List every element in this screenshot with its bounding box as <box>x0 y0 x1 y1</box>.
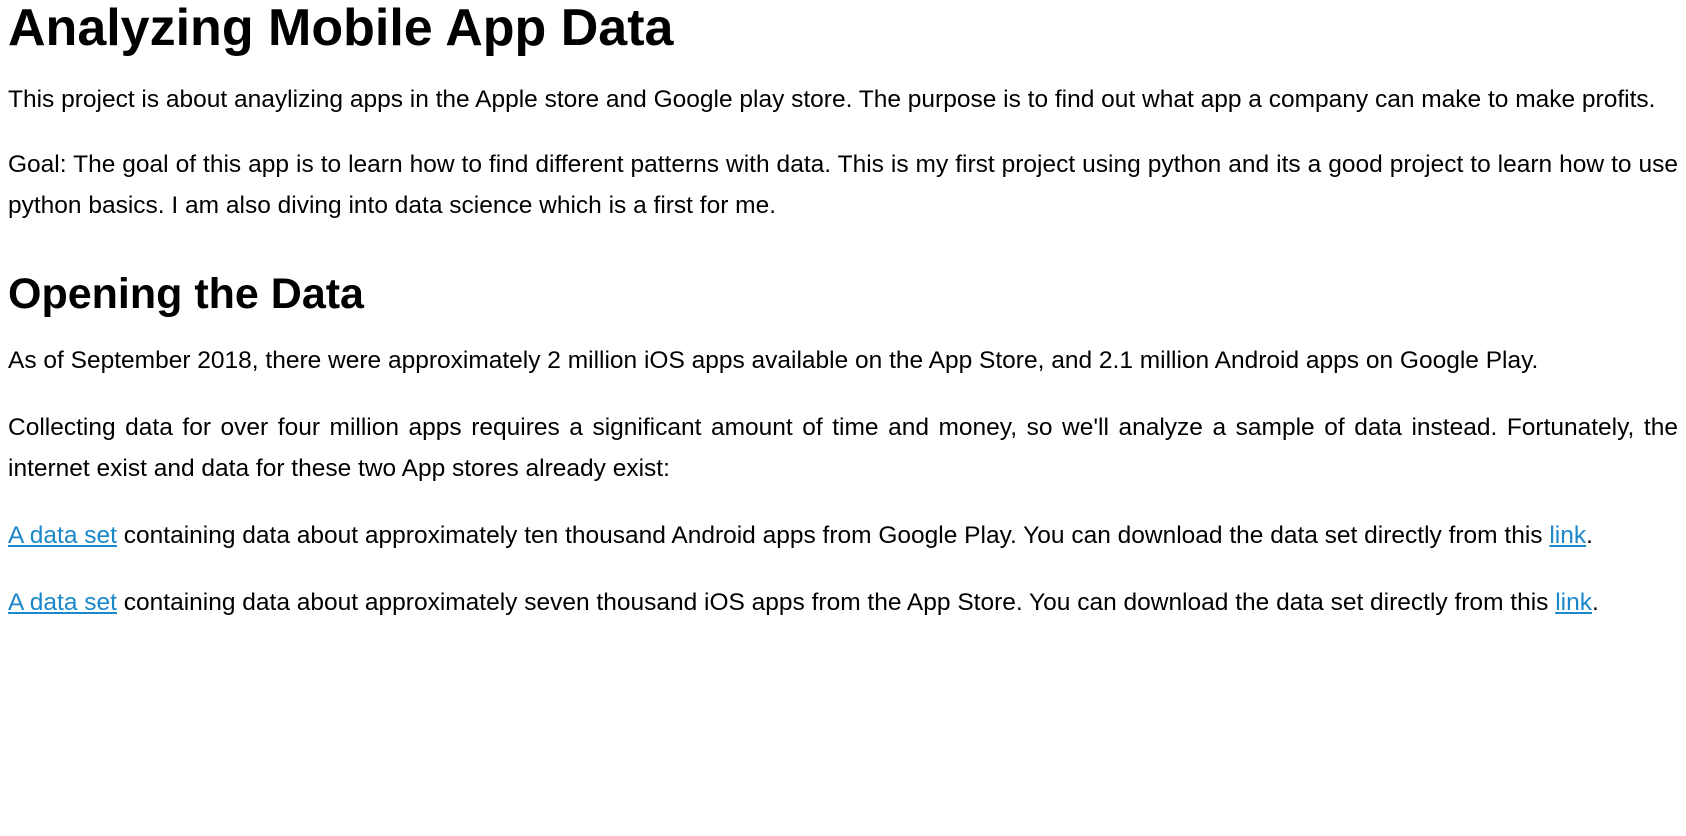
markdown-content: Analyzing Mobile App Data This project i… <box>8 0 1678 623</box>
collecting-paragraph: Collecting data for over four million ap… <box>8 414 1678 482</box>
ios-dataset-end: . <box>1591 589 1599 616</box>
android-download-link[interactable]: link <box>1549 522 1586 549</box>
android-dataset-link[interactable]: A data set <box>8 522 117 549</box>
page-title: Analyzing Mobile App Data <box>8 0 674 57</box>
ios-download-link[interactable]: link <box>1555 589 1592 616</box>
android-dataset-paragraph: A data set containing data about approxi… <box>8 515 1678 556</box>
android-dataset-end: . <box>1586 522 1593 549</box>
intro-paragraph: This project is about anaylizing apps in… <box>8 86 1656 113</box>
ios-dataset-paragraph: A data set containing data about approxi… <box>8 582 1678 623</box>
notebook-page: Analyzing Mobile App Data This project i… <box>0 0 1686 836</box>
ios-dataset-text: containing data about approximately seve… <box>116 589 1556 616</box>
section-heading-wrap: Opening the Data <box>8 270 1678 318</box>
goal-paragraph: Goal: The goal of this app is to learn h… <box>8 151 1678 219</box>
app-counts-paragraph: As of September 2018, there were approxi… <box>8 347 1539 374</box>
ios-dataset-link[interactable]: A data set <box>8 589 117 616</box>
section-heading: Opening the Data <box>8 270 364 318</box>
android-dataset-text: containing data about approximately ten … <box>116 522 1550 549</box>
